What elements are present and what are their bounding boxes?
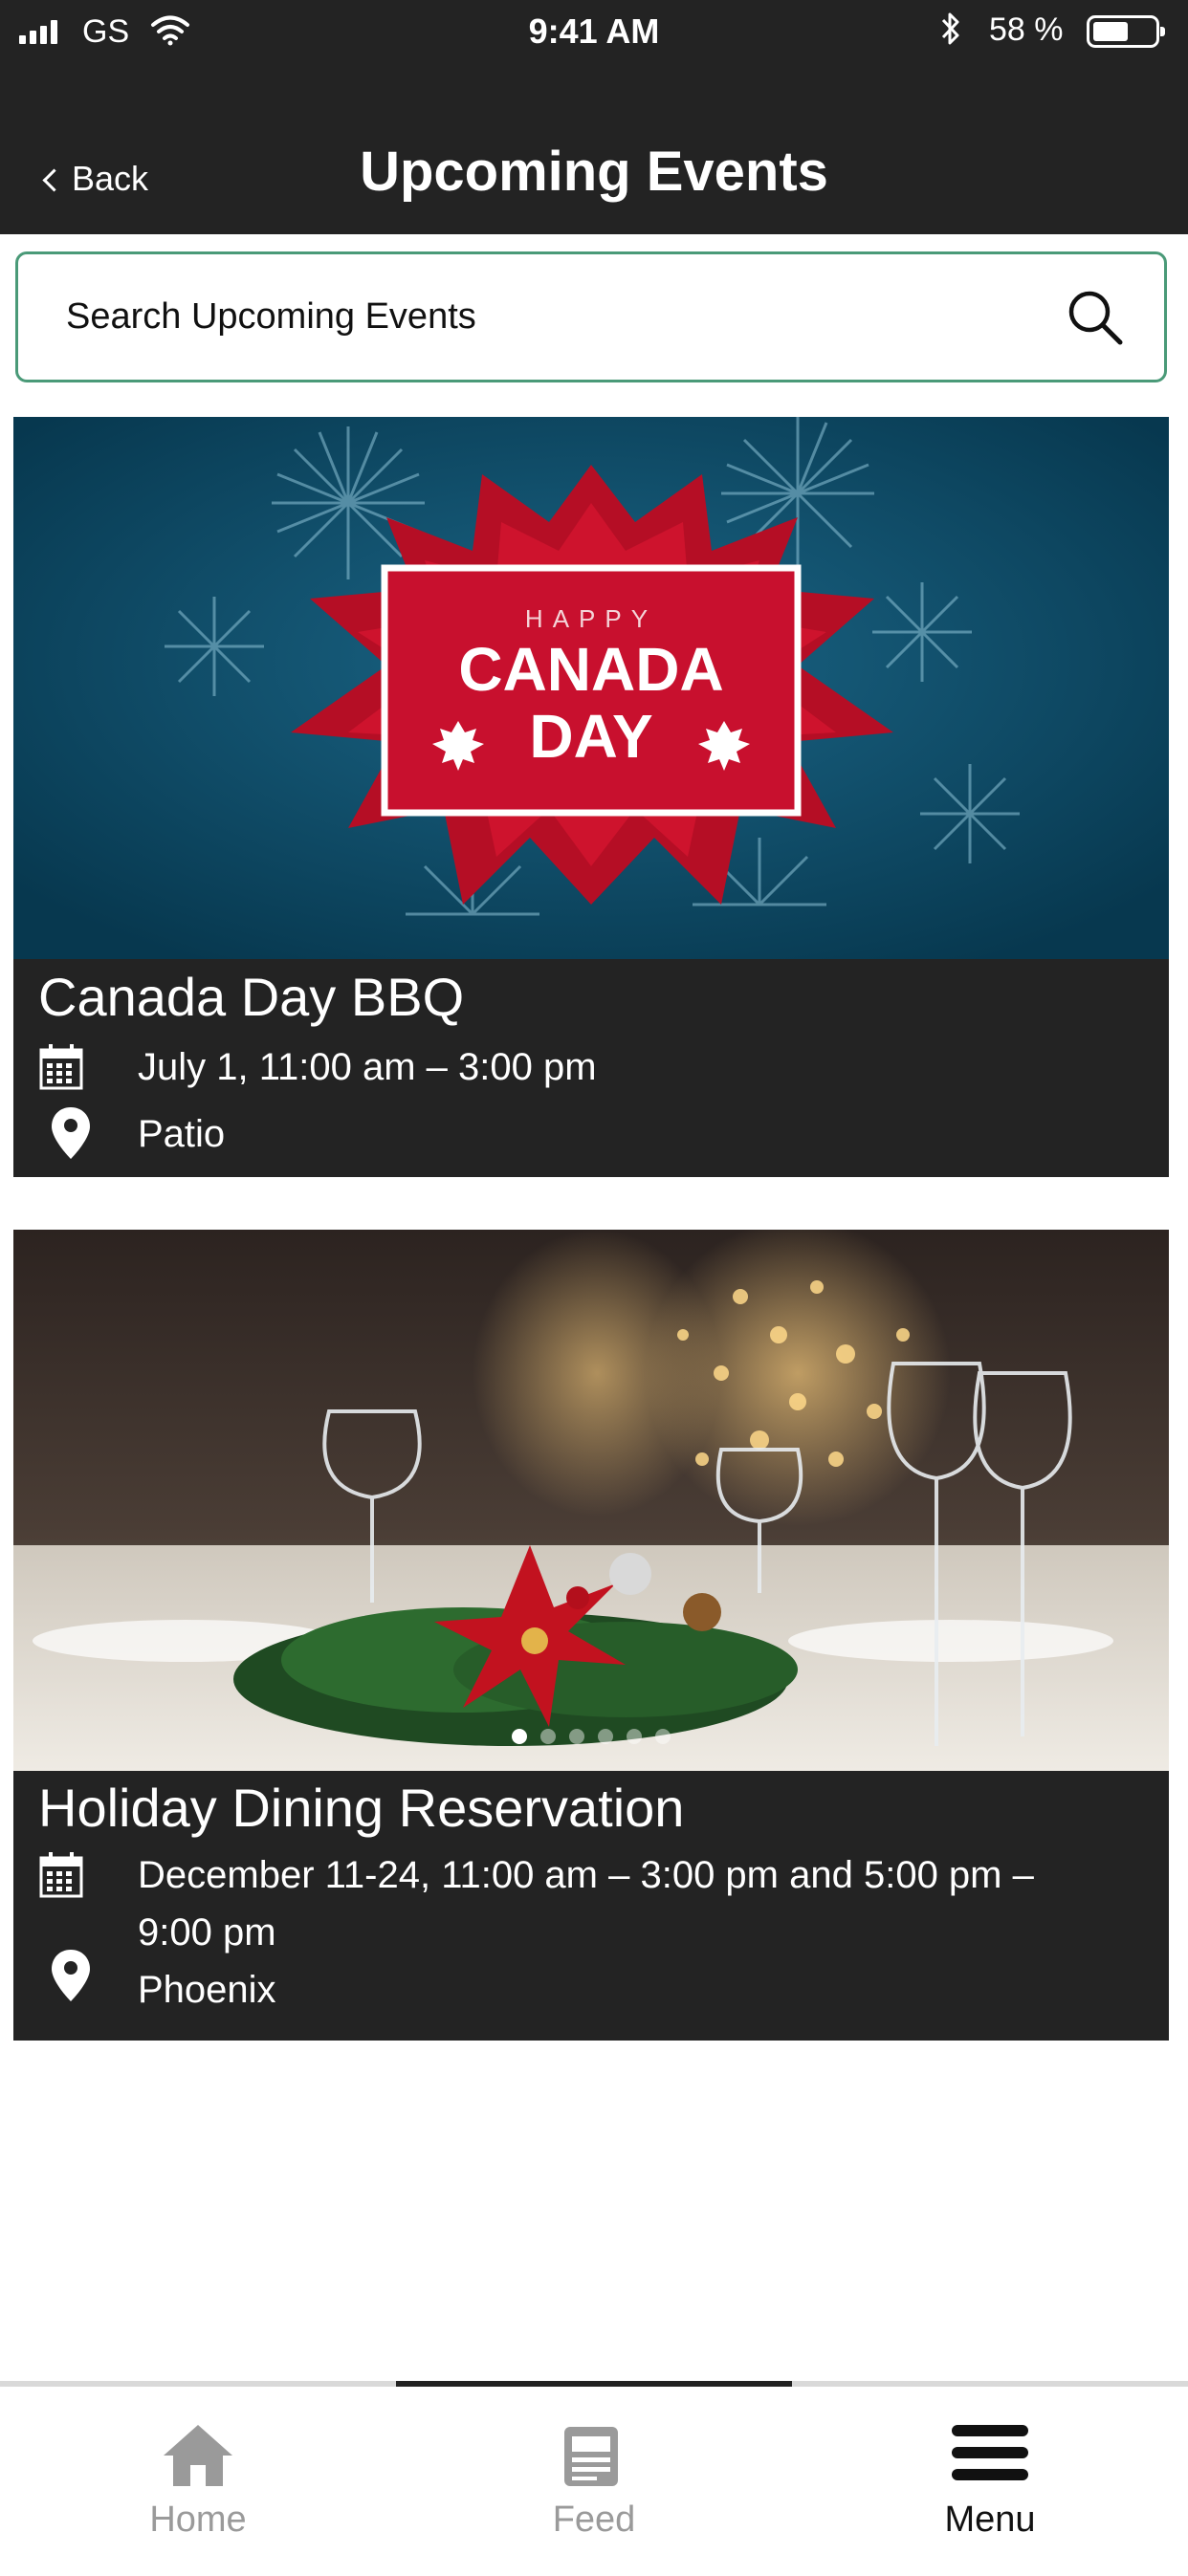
event-location-row: Phoenix (38, 1950, 1150, 2019)
status-bar: GS 9:41 AM 58 % (0, 0, 1188, 67)
event-date: July 1, 11:00 am – 3:00 pm (138, 1046, 597, 1088)
holiday-dining-photo (13, 1230, 1169, 1771)
banner-happy: HAPPY (525, 604, 657, 633)
event-location: Phoenix (138, 1969, 276, 2011)
event-image (13, 1230, 1169, 1771)
canada-day-banner: HAPPY CANADA DAY (13, 417, 1169, 959)
event-card[interactable]: HAPPY CANADA DAY Canada Day BBQ July 1, … (13, 417, 1169, 1177)
carousel-dot[interactable] (569, 1729, 584, 1744)
tab-feed-label: Feed (552, 2500, 636, 2540)
event-location: Patio (138, 1113, 226, 1155)
carousel-dot[interactable] (655, 1729, 671, 1744)
banner-canada: CANADA (458, 635, 723, 704)
banner-day: DAY (529, 702, 652, 771)
search-placeholder: Search Upcoming Events (66, 296, 476, 337)
event-date-row: July 1, 11:00 am – 3:00 pm (38, 1038, 1150, 1096)
search-icon[interactable] (1065, 287, 1126, 348)
tab-home-label: Home (149, 2500, 247, 2540)
event-date: December 11-24, 11:00 am – 3:00 pm and 5… (138, 1854, 1034, 1954)
tab-menu[interactable]: Menu (792, 2387, 1188, 2570)
tab-bar: Home Feed Menu (0, 2381, 1188, 2576)
battery-icon (1087, 15, 1165, 48)
location-pin-icon (52, 1950, 90, 2001)
carousel-dot[interactable] (512, 1729, 527, 1744)
event-date-row: December 11-24, 11:00 am – 3:00 pm and 5… (38, 1846, 1052, 1961)
battery-level-fill (1093, 22, 1128, 41)
calendar-icon (39, 1044, 83, 1090)
document-icon (564, 2427, 618, 2486)
event-image: HAPPY CANADA DAY (13, 417, 1169, 959)
home-icon (164, 2425, 232, 2486)
event-title: Canada Day BBQ (38, 967, 465, 1027)
event-location-row: Patio (38, 1105, 1150, 1163)
bluetooth-icon (941, 12, 959, 45)
carousel-dot[interactable] (627, 1729, 642, 1744)
calendar-icon (39, 1852, 83, 1898)
tab-feed[interactable]: Feed (396, 2387, 792, 2570)
carousel-dot[interactable] (540, 1729, 556, 1744)
event-title: Holiday Dining Reservation (38, 1778, 685, 1838)
location-pin-icon (52, 1107, 90, 1159)
tab-menu-label: Menu (944, 2500, 1036, 2540)
top-bar: GS 9:41 AM 58 % Back Upcoming Events (0, 0, 1188, 234)
hamburger-menu-icon (952, 2425, 1028, 2480)
event-card[interactable]: Holiday Dining Reservation December 11-2… (13, 1230, 1169, 2041)
battery-percent: 58 % (989, 11, 1064, 48)
page-title: Upcoming Events (360, 141, 828, 203)
tab-home[interactable]: Home (0, 2387, 396, 2570)
carousel-dots[interactable] (13, 1729, 1169, 1744)
carousel-dot[interactable] (598, 1729, 613, 1744)
search-field[interactable]: Search Upcoming Events (15, 251, 1167, 382)
